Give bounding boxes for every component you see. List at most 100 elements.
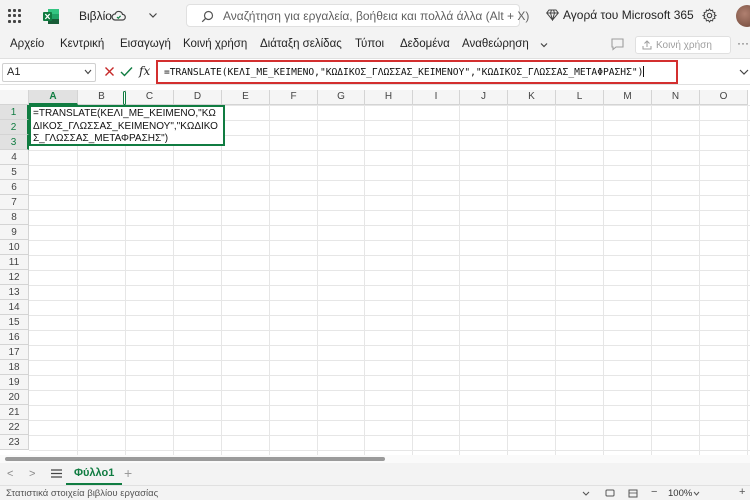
share-button[interactable]: Κοινή χρήση [635,36,731,54]
row-header-14[interactable]: 14 [0,300,29,315]
gridline [651,105,652,455]
row-header-21[interactable]: 21 [0,405,29,420]
workbook-title[interactable]: Βιβλίο [79,9,112,23]
row-header-9[interactable]: 9 [0,225,29,240]
buy-m365-link[interactable]: Αγορά του Microsoft 365 [563,8,694,22]
next-sheet-button[interactable]: > [29,468,35,480]
tab-formulas[interactable]: Τύποι [355,38,384,50]
gridline [747,105,748,455]
gear-icon[interactable] [702,8,717,23]
tab-file[interactable]: Αρχείο [10,38,44,50]
tab-review[interactable]: Αναθεώρηση [462,38,529,50]
chevron-down-icon[interactable] [581,489,591,498]
chevron-down-icon[interactable] [739,69,749,75]
cell-area[interactable] [29,105,750,455]
page-view-icon[interactable] [628,489,638,498]
chevron-down-icon[interactable] [84,69,92,75]
column-header-n[interactable]: N [652,90,700,105]
chevron-down-icon[interactable] [539,40,549,50]
checkmark-icon[interactable] [120,66,133,77]
chevron-down-icon[interactable] [147,9,159,21]
excel-logo-icon [43,9,59,24]
tab-share[interactable]: Κοινή χρήση [183,38,247,50]
tab-home[interactable]: Κεντρική [60,38,104,50]
more-options-button[interactable]: ··· [737,36,749,50]
search-icon [201,10,214,23]
column-header-b[interactable]: B [78,90,126,105]
row-header-18[interactable]: 18 [0,360,29,375]
cloud-saved-icon[interactable] [111,9,126,22]
ribbon-tabs: Αρχείο Κεντρική Εισαγωγή Κοινή χρήση Διά… [0,32,750,58]
row-header-3[interactable]: 3 [0,135,29,150]
gridline [507,105,508,455]
column-header-i[interactable]: I [413,90,460,105]
horizontal-scrollbar[interactable] [0,455,750,463]
insert-function-button[interactable]: fx [139,64,150,78]
name-box-value: A1 [7,66,21,78]
chevron-down-icon[interactable] [693,491,700,496]
all-sheets-menu-icon[interactable] [51,469,62,478]
row-header-22[interactable]: 22 [0,420,29,435]
row-header-12[interactable]: 12 [0,270,29,285]
column-header-j[interactable]: J [460,90,508,105]
column-header-a[interactable]: A [29,90,78,105]
tab-insert[interactable]: Εισαγωγή [120,38,171,50]
status-bar: Στατιστικά στοιχεία βιβλίου εργασίας − 1… [0,485,750,500]
row-header-5[interactable]: 5 [0,165,29,180]
tab-page-layout[interactable]: Διάταξη σελίδας [260,38,342,50]
column-header-l[interactable]: L [556,90,604,105]
gridline [269,105,270,455]
scrollbar-thumb[interactable] [5,457,385,461]
row-header-6[interactable]: 6 [0,180,29,195]
zoom-out-button[interactable]: − [651,486,657,498]
worksheet-grid[interactable]: ABCDEFGHIJKLMNO 1 2 3 4 5 6 7 8 9 10 11 12 13 14 15 16 1… [0,90,750,455]
row-header-17[interactable]: 17 [0,345,29,360]
row-header-23[interactable]: 23 [0,435,29,450]
column-header-e[interactable]: E [222,90,270,105]
column-header-c[interactable]: C [126,90,174,105]
previous-sheet-button[interactable]: < [7,468,13,480]
sheet-tab-bar: < > Φύλλο1 + [0,463,750,485]
tab-data[interactable]: Δεδομένα [400,38,450,50]
column-header-o[interactable]: O [700,90,748,105]
zoom-in-button[interactable]: + [739,486,745,498]
row-header-13[interactable]: 13 [0,285,29,300]
row-header-20[interactable]: 20 [0,390,29,405]
diamond-icon [546,9,559,21]
gridline [173,105,174,455]
column-resize-handle[interactable] [123,91,126,105]
row-header-15[interactable]: 15 [0,315,29,330]
column-header-d[interactable]: D [174,90,222,105]
formula-input[interactable]: =TRANSLATE(ΚΕΛΙ_ΜΕ_ΚΕΙΜΕΝΟ,"ΚΩΔΙΚΟΣ_ΓΛΩΣ… [164,66,645,78]
comment-icon[interactable] [610,37,625,51]
add-sheet-button[interactable]: + [124,465,132,481]
column-header-f[interactable]: F [270,90,318,105]
zoom-level-dropdown[interactable]: 100% [668,488,692,499]
column-header-k[interactable]: K [508,90,556,105]
title-bar: Βιβλίο Αναζήτηση για εργαλεία, βοήθεια κ… [0,0,750,32]
row-header-10[interactable]: 10 [0,240,29,255]
avatar[interactable] [736,5,750,27]
row-header-19[interactable]: 19 [0,375,29,390]
row-header-2[interactable]: 2 [0,120,29,135]
active-cell-a1[interactable]: =TRANSLATE(ΚΕΛΙ_ΜΕ_ΚΕΙΜΕΝΟ,"ΚΩΔΙΚΟΣ_ΓΛΩΣ… [29,105,225,146]
feedback-icon[interactable] [605,489,615,498]
workbook-statistics-link[interactable]: Στατιστικά στοιχεία βιβλίου εργασίας [6,488,158,499]
close-icon[interactable] [104,66,115,77]
row-header-11[interactable]: 11 [0,255,29,270]
app-launcher-icon[interactable] [8,9,22,23]
row-header-16[interactable]: 16 [0,330,29,345]
row-header-1[interactable]: 1 [0,105,29,120]
name-box[interactable]: A1 [2,63,96,82]
column-header-g[interactable]: G [318,90,365,105]
row-header-4[interactable]: 4 [0,150,29,165]
column-header-h[interactable]: H [365,90,413,105]
select-all-corner[interactable] [0,90,29,105]
search-box[interactable]: Αναζήτηση για εργαλεία, βοήθεια και πολλ… [186,4,529,27]
row-header-8[interactable]: 8 [0,210,29,225]
sheet-tab-1[interactable]: Φύλλο1 [66,463,123,485]
gridline [77,105,78,455]
gridline [317,105,318,455]
row-header-7[interactable]: 7 [0,195,29,210]
column-header-m[interactable]: M [604,90,652,105]
